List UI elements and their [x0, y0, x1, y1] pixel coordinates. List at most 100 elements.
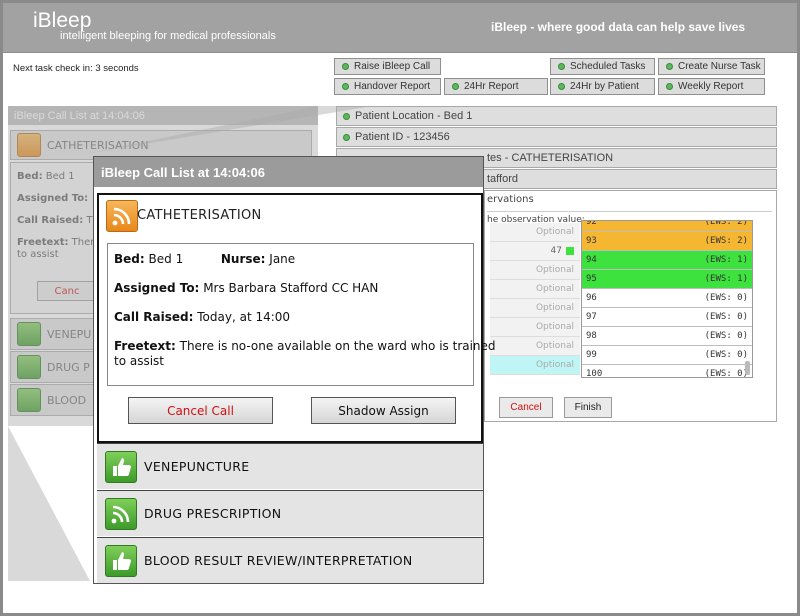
- assigned-label: Assigned To:: [114, 281, 200, 295]
- thumbs-up-icon: [17, 388, 41, 412]
- shadow-assign-button[interactable]: Shadow Assign: [311, 397, 456, 424]
- rss-icon: [105, 497, 137, 530]
- bg-call-label: DRUG P: [47, 360, 90, 374]
- 24hr-report-button[interactable]: 24Hr Report: [444, 78, 548, 95]
- observation-cell[interactable]: Optional: [490, 318, 580, 337]
- green-dot-icon: [558, 63, 565, 70]
- ews-row[interactable]: 94 (EWS: 1): [582, 251, 752, 270]
- nurse-label: Nurse:: [220, 252, 266, 266]
- observation-cell[interactable]: Optional: [490, 261, 580, 280]
- observation-cell[interactable]: Optional: [490, 280, 580, 299]
- observation-cell[interactable]: Optional: [490, 299, 580, 318]
- ews-row[interactable]: 100 (EWS: 0): [582, 365, 752, 378]
- green-dot-icon: [452, 83, 459, 90]
- bg-freetext-label: Freetext:: [17, 237, 69, 248]
- ews-row[interactable]: 96 (EWS: 0): [582, 289, 752, 308]
- scheduled-tasks-label: Scheduled Tasks: [570, 61, 646, 72]
- freetext-value: There is no-one available on the ward wh…: [179, 339, 496, 353]
- bed-line: Bed: Bed 1 Nurse: Jane: [114, 252, 295, 266]
- 24hr-by-patient-label: 24Hr by Patient: [570, 81, 639, 92]
- selected-call-card: CATHETERISATION Bed: Bed 1 Nurse: Jane A…: [97, 193, 496, 443]
- bg-call-cancel-button[interactable]: Canc: [37, 281, 97, 301]
- observation-values-column: Optional 47 Optional Optional Optional O…: [490, 223, 580, 375]
- assignee-label: tafford: [487, 173, 518, 185]
- observation-cell[interactable]: 47: [490, 242, 580, 261]
- ews-score: (EWS: 0): [704, 331, 748, 341]
- ews-value-list[interactable]: 92 (EWS: 2) 93 (EWS: 2) 94 (EWS: 1) 95 (EWS: 1)…: [581, 220, 753, 378]
- create-nurse-task-button[interactable]: Create Nurse Task: [658, 58, 765, 75]
- call-item-drug-prescription[interactable]: DRUG PRESCRIPTION: [97, 490, 483, 536]
- call-list-popup: iBleep Call List at 14:04:06 CATHETERISA…: [93, 156, 496, 584]
- bed-label: Bed:: [114, 252, 145, 266]
- assigned-line: Assigned To: Mrs Barbara Stafford CC HAN: [114, 281, 378, 295]
- ews-row[interactable]: 97 (EWS: 0): [582, 308, 752, 327]
- patient-id-label: Patient ID - 123456: [355, 131, 450, 143]
- bg-assigned-label: Assigned To:: [17, 193, 89, 204]
- bg-bed-label: Bed:: [17, 171, 43, 182]
- raised-line: Call Raised: Today, at 14:00: [114, 310, 290, 324]
- ews-score: (EWS: 0): [704, 312, 748, 322]
- create-nurse-task-label: Create Nurse Task: [678, 61, 761, 72]
- ews-row[interactable]: 93 (EWS: 2): [582, 232, 752, 251]
- patient-location-row[interactable]: Patient Location - Bed 1: [336, 106, 777, 126]
- green-dot-icon: [343, 133, 350, 141]
- ews-score: (EWS: 0): [704, 293, 748, 303]
- app-tagline: iBleep - where good data can help save l…: [491, 20, 746, 34]
- ews-row[interactable]: 98 (EWS: 0): [582, 327, 752, 346]
- ews-row[interactable]: 92 (EWS: 2): [582, 220, 752, 232]
- ews-row[interactable]: 95 (EWS: 1): [582, 270, 752, 289]
- bg-finish-button[interactable]: Finish: [564, 397, 612, 418]
- cancel-call-button[interactable]: Cancel Call: [128, 397, 273, 424]
- observation-cell[interactable]: Optional: [490, 337, 580, 356]
- green-dot-icon: [666, 63, 673, 70]
- bg-freetext-value-2: to assist: [17, 249, 59, 260]
- ews-row[interactable]: 99 (EWS: 0): [582, 346, 752, 365]
- ews-value: 93: [586, 236, 597, 246]
- observation-cell[interactable]: Optional: [490, 356, 580, 375]
- popup-title: iBleep Call List at 14:04:06: [94, 157, 483, 187]
- freetext-label: Freetext:: [114, 339, 176, 353]
- app-subtitle: intelligent bleeping for medical profess…: [60, 30, 276, 42]
- app-page: iBleep intelligent bleeping for medical …: [3, 3, 797, 613]
- thumbs-up-icon: [17, 322, 41, 346]
- ews-value: 98: [586, 331, 597, 341]
- status-square-icon: [566, 247, 574, 255]
- rss-icon: [17, 133, 41, 157]
- scrollbar-thumb[interactable]: [745, 361, 750, 375]
- ews-score: (EWS: 0): [704, 350, 748, 360]
- freetext-line-2: to assist: [114, 354, 165, 368]
- ews-value: 97: [586, 312, 597, 322]
- bg-raised-label: Call Raised:: [17, 215, 84, 226]
- bg-freetext-value: Ther: [71, 237, 95, 248]
- call-item-label: VENEPUNCTURE: [144, 459, 250, 474]
- bg-cancel-button[interactable]: Cancel: [499, 397, 553, 418]
- rss-icon: [106, 200, 138, 232]
- bg-call-label: BLOOD: [47, 393, 87, 407]
- ews-value: 99: [586, 350, 597, 360]
- patient-task-label: tes - CATHETERISATION: [487, 152, 614, 164]
- call-item-venepuncture[interactable]: VENEPUNCTURE: [97, 443, 483, 489]
- bg-call-label: VENEPU: [47, 327, 92, 341]
- handover-report-button[interactable]: Handover Report: [334, 78, 441, 95]
- raise-ibleep-call-button[interactable]: Raise iBleep Call: [334, 58, 441, 75]
- ews-score: (EWS: 1): [704, 255, 748, 265]
- call-item-label: BLOOD RESULT REVIEW/INTERPRETATION: [144, 553, 413, 568]
- handover-report-label: Handover Report: [354, 81, 431, 92]
- patient-id-row[interactable]: Patient ID - 123456: [336, 127, 777, 147]
- observation-cell[interactable]: Optional: [490, 223, 580, 242]
- call-detail-box: Bed: Bed 1 Nurse: Jane Assigned To: Mrs …: [107, 243, 496, 386]
- scheduled-tasks-button[interactable]: Scheduled Tasks: [550, 58, 655, 75]
- ews-score: (EWS: 0): [704, 369, 748, 378]
- ews-score: (EWS: 2): [704, 220, 748, 227]
- app-header: iBleep intelligent bleeping for medical …: [3, 3, 797, 53]
- weekly-report-button[interactable]: Weekly Report: [658, 78, 765, 95]
- green-dot-icon: [666, 83, 673, 90]
- call-item-blood-result[interactable]: BLOOD RESULT REVIEW/INTERPRETATION: [97, 537, 483, 583]
- green-dot-icon: [342, 83, 349, 90]
- bg-call-label: CATHETERISATION: [47, 138, 149, 152]
- ews-score: (EWS: 1): [704, 274, 748, 284]
- bg-raised-value: T: [86, 215, 93, 226]
- 24hr-by-patient-button[interactable]: 24Hr by Patient: [550, 78, 655, 95]
- ews-value: 96: [586, 293, 597, 303]
- ews-value: 95: [586, 274, 597, 284]
